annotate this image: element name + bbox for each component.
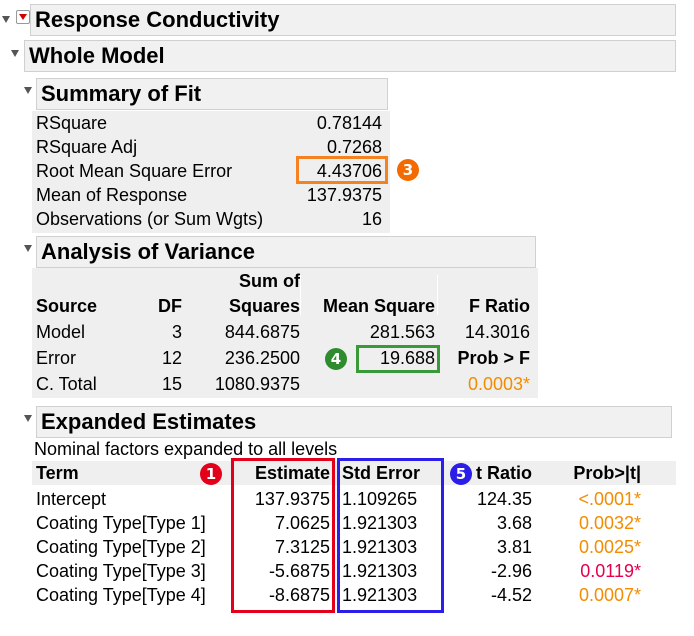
estimate-row-prob: 0.0119*: [580, 561, 641, 581]
estimate-row-term: Coating Type[Type 3]: [36, 561, 206, 581]
anova-row-df: 3: [171, 322, 182, 342]
anova-row-source: C. Total: [36, 374, 97, 394]
estimate-row-term: Coating Type[Type 2]: [36, 537, 206, 557]
estimate-row-t-ratio: -4.52: [490, 585, 532, 605]
estimate-row-term: Coating Type[Type 1]: [36, 513, 206, 533]
summary-row-label: RSquare Adj: [36, 137, 138, 157]
estimate-row-t-ratio: -2.96: [490, 561, 532, 581]
disclosure-triangle-icon[interactable]: [24, 87, 32, 94]
estimate-row-term: Coating Type[Type 4]: [36, 585, 206, 605]
response-title: Response Conductivity: [35, 7, 280, 32]
anova-header-df: DF: [158, 296, 182, 316]
expanded-estimates-header[interactable]: Expanded Estimates: [36, 406, 672, 438]
anova-row-f: 14.3016: [464, 322, 530, 342]
anova-row-f: 0.0003*: [467, 374, 530, 394]
anova-header-ss-line1: Sum of: [239, 271, 300, 291]
summary-row-label: Observations (or Sum Wgts): [36, 209, 264, 229]
badge-5-icon: 5: [450, 463, 472, 485]
estimate-row-prob: 0.0032*: [578, 513, 641, 533]
anova-row-df: 12: [161, 348, 182, 368]
anova-row-source: Error: [36, 348, 76, 368]
estimate-row-prob: 0.0007*: [578, 585, 641, 605]
whole-model-header[interactable]: Whole Model: [24, 40, 676, 72]
column-divider: [300, 275, 301, 315]
std-error-column-box: [337, 458, 444, 613]
estimate-row-prob: 0.0025*: [578, 537, 641, 557]
estimate-row-t-ratio: 3.68: [496, 513, 532, 533]
summary-row-value: 0.7268: [326, 137, 382, 157]
expanded-estimates-title: Expanded Estimates: [41, 409, 257, 434]
summary-row-label: Mean of Response: [36, 185, 188, 205]
column-divider: [437, 275, 438, 315]
response-conductivity-header[interactable]: Response Conductivity: [30, 4, 676, 36]
analysis-of-variance-header[interactable]: Analysis of Variance: [36, 236, 536, 268]
badge-3-icon: 3: [397, 159, 419, 181]
anova-header-ms: Mean Square: [322, 296, 435, 316]
est-header-prob: Prob>|t|: [573, 463, 641, 483]
anova-header-ss-line2: Squares: [228, 296, 300, 316]
estimate-row-term: Intercept: [36, 489, 107, 509]
anova-row-df: 15: [161, 374, 182, 394]
summary-row-value: 16: [361, 209, 382, 229]
whole-model-title: Whole Model: [29, 43, 165, 68]
anova-row-ss: 236.2500: [224, 348, 300, 368]
anova-row-ss: 844.6875: [224, 322, 300, 342]
anova-row-ss: 1080.9375: [214, 374, 300, 394]
disclosure-triangle-icon[interactable]: [24, 415, 32, 422]
anova-row-ms: 281.563: [369, 322, 435, 342]
summary-row-label: RSquare: [36, 113, 108, 133]
badge-1-icon: 1: [200, 463, 222, 485]
summary-row-label: Root Mean Square Error: [36, 161, 233, 181]
est-header-term: Term: [36, 463, 79, 483]
error-ms-highlight-box: [356, 345, 440, 373]
disclosure-triangle-icon[interactable]: [24, 245, 32, 252]
badge-4-icon: 4: [325, 348, 347, 370]
anova-row-source: Model: [36, 322, 86, 342]
anova-header-source: Source: [36, 296, 98, 316]
expanded-estimates-note: Nominal factors expanded to all levels: [34, 439, 338, 459]
estimate-row-t-ratio: 124.35: [476, 489, 532, 509]
anova-header-f-ratio: F Ratio: [469, 296, 530, 316]
analysis-of-variance-title: Analysis of Variance: [41, 239, 255, 264]
rmse-highlight-box: [296, 156, 388, 184]
disclosure-triangle-icon[interactable]: [11, 50, 19, 57]
estimate-row-t-ratio: 3.81: [496, 537, 532, 557]
summary-row-value: 137.9375: [306, 185, 382, 205]
summary-of-fit-title: Summary of Fit: [41, 81, 202, 106]
summary-row-value: 0.78144: [316, 113, 382, 133]
disclosure-triangle-icon[interactable]: [2, 16, 10, 23]
red-menu-icon[interactable]: [16, 10, 30, 24]
estimate-column-box: [231, 458, 335, 613]
estimate-row-prob: <.0001*: [578, 489, 641, 509]
anova-row-f: Prob > F: [457, 348, 530, 368]
summary-of-fit-header[interactable]: Summary of Fit: [36, 78, 388, 110]
